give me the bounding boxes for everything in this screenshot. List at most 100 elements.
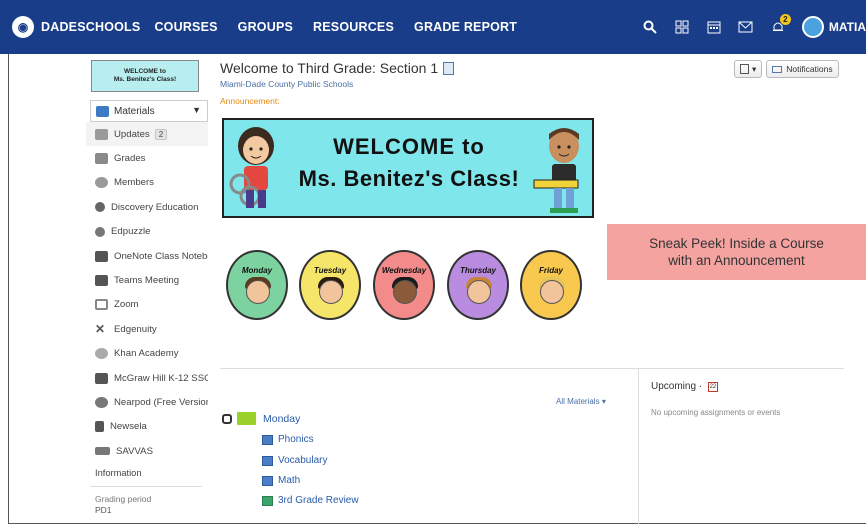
tuesday-kid-face <box>319 280 343 304</box>
day-monday[interactable]: Monday <box>226 250 288 320</box>
banner-line2: Ms. Benitez's Class! <box>298 166 520 191</box>
notification-count-badge: 2 <box>779 14 791 25</box>
course-options-button[interactable]: ▾ <box>734 60 763 78</box>
notifications-button[interactable]: Notifications <box>766 60 839 78</box>
user-avatar[interactable] <box>801 16 824 38</box>
day-wednesday[interactable]: Wednesday <box>373 250 435 320</box>
brand-name: DADESCHOOLS <box>41 20 141 34</box>
nav-groups[interactable]: GROUPS <box>238 20 293 34</box>
all-materials-label: All Materials <box>556 397 600 406</box>
grading-period-label: Grading period <box>95 494 152 504</box>
wednesday-kid-face <box>393 280 417 304</box>
material-vocabulary[interactable]: Vocabulary <box>262 455 327 466</box>
page-icon <box>262 475 273 486</box>
sidebar-item-label: Discovery Education <box>111 201 199 213</box>
search-icon[interactable] <box>634 0 666 54</box>
zoom-icon <box>95 299 108 311</box>
onenote-icon <box>95 250 108 262</box>
day-tuesday[interactable]: Tuesday <box>299 250 361 320</box>
sneak-peek-callout: Sneak Peek! Inside a Course with an Anno… <box>607 224 866 280</box>
apps-grid-icon[interactable] <box>666 0 698 54</box>
page-title: Welcome to Third Grade: Section 1 <box>220 60 455 76</box>
sidebar-item-label: OneNote Class Notebo... <box>114 250 208 262</box>
sidebar-item-label: Nearpod (Free Version) <box>114 396 208 408</box>
all-materials-filter[interactable]: All Materials ▾ <box>556 397 606 406</box>
grades-icon <box>95 153 108 165</box>
sidebar-item-label: Edgenuity <box>114 323 157 335</box>
grading-period-value: PD1 <box>95 505 112 515</box>
page-icon <box>262 455 273 466</box>
material-math[interactable]: Math <box>262 475 300 486</box>
calendar-icon[interactable]: 22 <box>707 381 718 392</box>
members-icon <box>95 177 108 189</box>
sidebar-item-savvas[interactable]: SAVVAS <box>86 439 208 463</box>
updates-count-badge: 2 <box>154 128 168 140</box>
callout-line2: with an Announcement <box>668 253 805 268</box>
user-name[interactable]: MATIA <box>829 20 866 34</box>
sidebar-item-nearpod[interactable]: Nearpod (Free Version) <box>86 390 208 414</box>
sidebar-item-members[interactable]: Members <box>86 171 208 195</box>
sidebar-item-label: Newsela <box>110 421 147 433</box>
thursday-kid-face <box>467 280 491 304</box>
sidebar-nav-list: Updates 2 Grades Members Discovery Educa… <box>86 122 208 463</box>
day-label: Thursday <box>459 266 496 275</box>
sidebar-item-onenote[interactable]: OneNote Class Notebo... <box>86 244 208 268</box>
khan-icon <box>95 348 108 360</box>
top-icons: 2 MATIA <box>634 0 866 54</box>
course-badge-line1: WELCOME to <box>124 68 166 75</box>
nav-courses[interactable]: COURSES <box>154 20 217 34</box>
material-phonics[interactable]: Phonics <box>262 434 314 445</box>
material-3rd-grade-review[interactable]: 3rd Grade Review <box>262 495 359 506</box>
day-friday[interactable]: Friday <box>520 250 582 320</box>
sidebar-item-label: Khan Academy <box>114 348 179 360</box>
banner-text: WELCOME to Ms. Benitez's Class! <box>286 134 532 192</box>
collapse-toggle-icon[interactable] <box>222 413 232 424</box>
information-divider <box>90 486 202 487</box>
material-label: Math <box>278 475 301 486</box>
newsela-icon <box>95 421 104 433</box>
sidebar-item-updates[interactable]: Updates 2 <box>86 122 208 147</box>
banner-line1: WELCOME to <box>333 134 485 159</box>
sidebar-item-khan-academy[interactable]: Khan Academy <box>86 342 208 366</box>
monday-kid-face <box>246 280 270 304</box>
materials-panel <box>220 368 640 369</box>
sidebar-item-teams-meeting[interactable]: Teams Meeting <box>86 268 208 292</box>
nav-resources[interactable]: RESOURCES <box>313 20 394 34</box>
sidebar-item-edpuzzle[interactable]: Edpuzzle <box>86 220 208 244</box>
bell-icon[interactable]: 2 <box>762 0 794 54</box>
sidebar-item-discovery-education[interactable]: Discovery Education <box>86 195 208 219</box>
sidebar-item-zoom[interactable]: Zoom <box>86 293 208 317</box>
materials-dropdown[interactable]: Materials ▼ <box>90 100 208 122</box>
sidebar-item-label: Zoom <box>114 299 139 311</box>
sidebar-item-edgenuity[interactable]: ✕ Edgenuity <box>86 317 208 341</box>
teams-icon <box>95 275 108 287</box>
sidebar-item-label: Edpuzzle <box>111 226 151 238</box>
welcome-banner-image: WELCOME to Ms. Benitez's Class! <box>222 118 594 218</box>
day-label: Friday <box>538 266 563 275</box>
main-nav: COURSES GROUPS RESOURCES GRADE REPORT <box>154 20 537 34</box>
envelope-icon <box>772 65 783 73</box>
notifications-label: Notifications <box>786 64 833 74</box>
announcement-label: Announcement: <box>220 96 280 106</box>
sidebar-item-label: Updates <box>114 128 150 140</box>
brand[interactable]: ◉ DADESCHOOLS <box>12 16 140 38</box>
mail-icon[interactable] <box>730 0 762 54</box>
sidebar-item-label: Teams Meeting <box>114 275 180 287</box>
day-thursday[interactable]: Thursday <box>447 250 509 320</box>
sidebar-item-newsela[interactable]: Newsela <box>86 415 208 439</box>
mcgraw-icon <box>95 372 108 384</box>
course-profile-image: WELCOME to Ms. Benitez's Class! <box>91 60 199 92</box>
school-link[interactable]: Miami-Dade County Public Schools <box>220 79 353 89</box>
folder-name[interactable]: Monday <box>263 413 300 425</box>
sidebar-item-mcgraw-hill[interactable]: McGraw Hill K-12 SSO <box>86 366 208 390</box>
sidebar-item-label: SAVVAS <box>116 445 153 457</box>
sidebar-item-grades[interactable]: Grades <box>86 146 208 170</box>
nav-grade-report[interactable]: GRADE REPORT <box>414 20 517 34</box>
course-title-text: Welcome to Third Grade: Section 1 <box>220 60 439 76</box>
chevron-down-icon: ▼ <box>192 105 201 115</box>
boy-with-crayon-illustration <box>533 128 579 213</box>
materials-dropdown-label: Materials <box>114 105 155 117</box>
day-label: Tuesday <box>313 266 347 275</box>
calendar-icon[interactable] <box>698 0 730 54</box>
folder-monday[interactable]: Monday <box>222 412 300 425</box>
